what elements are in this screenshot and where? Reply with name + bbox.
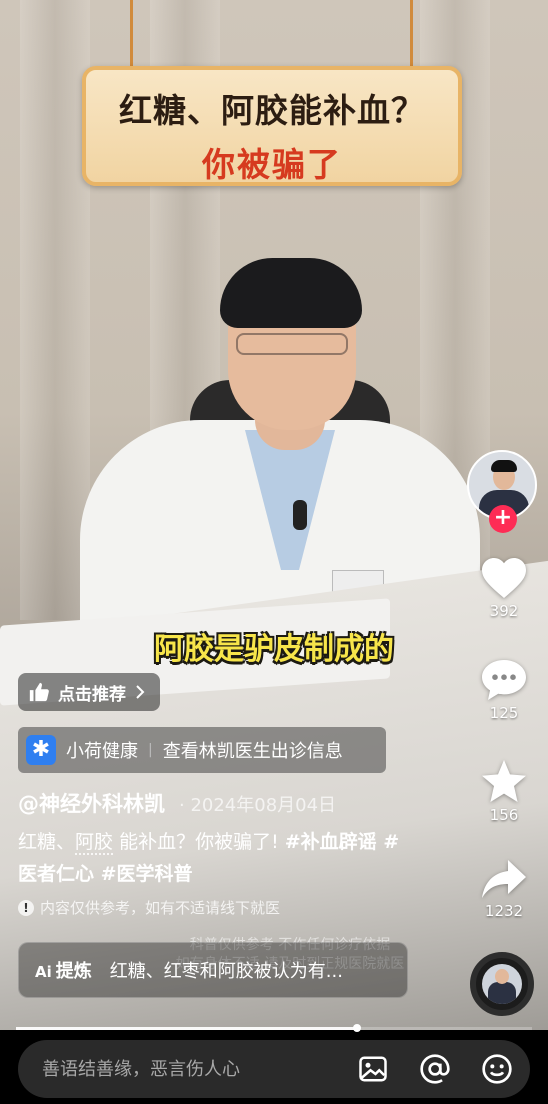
sign-rope (130, 0, 133, 72)
star-icon (482, 760, 526, 802)
hashtag-link[interactable]: #补血辟谣 (285, 831, 377, 853)
ai-summary-text: 红糖、红枣和阿胶被认为有... (109, 961, 343, 982)
video-subtitle: 阿胶是驴皮制成的 (154, 632, 394, 667)
warning-icon: ! (18, 899, 34, 916)
ai-summary-bar[interactable]: Ai 提炼 红糖、红枣和阿胶被认为有... (18, 942, 408, 998)
author-row: @神经外科林凯 · 2024年08月04日 (18, 788, 336, 818)
image-icon (359, 1056, 387, 1082)
caption-keyword-link[interactable]: 阿胶 (75, 831, 114, 855)
ai-summary-label: Ai 提炼 (35, 961, 92, 982)
xiaohe-health-icon: ✱ (26, 735, 56, 765)
share-count: 1232 (484, 902, 524, 920)
hashtag-link[interactable]: #医学科普 (94, 863, 193, 885)
emoji-button[interactable] (480, 1052, 514, 1086)
mini-app-name: 小荷健康 (66, 741, 138, 762)
ai-icon: Ai (35, 963, 52, 981)
follow-button[interactable]: + (489, 505, 517, 533)
doctor-glasses (236, 333, 348, 355)
image-button[interactable] (356, 1052, 390, 1086)
comment-icon (482, 660, 526, 700)
disclaimer-text: 内容仅供参考，如有不适请线下就医 (40, 899, 281, 917)
favorite-count: 156 (489, 806, 519, 824)
music-disc[interactable] (470, 952, 534, 1016)
comment-input[interactable] (18, 1058, 356, 1080)
favorite-button[interactable]: 156 (474, 758, 534, 824)
mention-button[interactable] (418, 1052, 452, 1086)
comment-button[interactable]: 125 (474, 658, 534, 722)
emoji-icon (482, 1054, 512, 1084)
mini-app-banner[interactable]: ✱ 小荷健康 | 查看林凯医生出诊信息 (18, 727, 386, 773)
sign-rope (410, 0, 413, 72)
share-button[interactable]: 1232 (474, 858, 534, 920)
progress-knob[interactable] (352, 1024, 361, 1032)
author-name[interactable]: @神经外科林凯 (18, 788, 165, 818)
post-date: · 2024年08月04日 (179, 795, 337, 816)
mini-app-action[interactable]: 查看林凯医生出诊信息 (163, 737, 343, 763)
video-caption: 红糖、阿胶 能补血？你被骗了! #补血辟谣 #医者仁心 #医学科普 (18, 826, 418, 890)
lapel-mic (293, 500, 307, 530)
thumbs-up-icon (29, 682, 49, 702)
video-progress-bar[interactable] (16, 1024, 532, 1032)
recommend-label: 点击推荐 (58, 684, 126, 705)
video-title-line2: 你被骗了 (202, 145, 342, 184)
mini-app-separator: | (148, 742, 153, 758)
doctor-hair (220, 258, 362, 328)
caption-text: 能补血？你被骗了! (113, 831, 285, 853)
caption-text: 红糖、 (18, 831, 76, 853)
progress-fill (16, 1027, 357, 1030)
video-title-sign: 红糖、阿胶能补血？ 你被骗了 (82, 66, 462, 186)
heart-icon (482, 558, 526, 598)
comment-count: 125 (489, 704, 519, 722)
curtain (20, 0, 90, 620)
chevron-right-icon (136, 685, 145, 699)
at-icon (420, 1054, 450, 1084)
like-count: 392 (489, 602, 519, 620)
video-title-line1: 红糖、阿胶能补血？ (119, 91, 425, 130)
comment-bar (18, 1040, 530, 1098)
recommend-button[interactable]: 点击推荐 (18, 673, 160, 711)
like-button[interactable]: 392 (474, 556, 534, 620)
share-icon (482, 860, 526, 898)
content-disclaimer: ! 内容仅供参考，如有不适请线下就医 (18, 897, 280, 918)
